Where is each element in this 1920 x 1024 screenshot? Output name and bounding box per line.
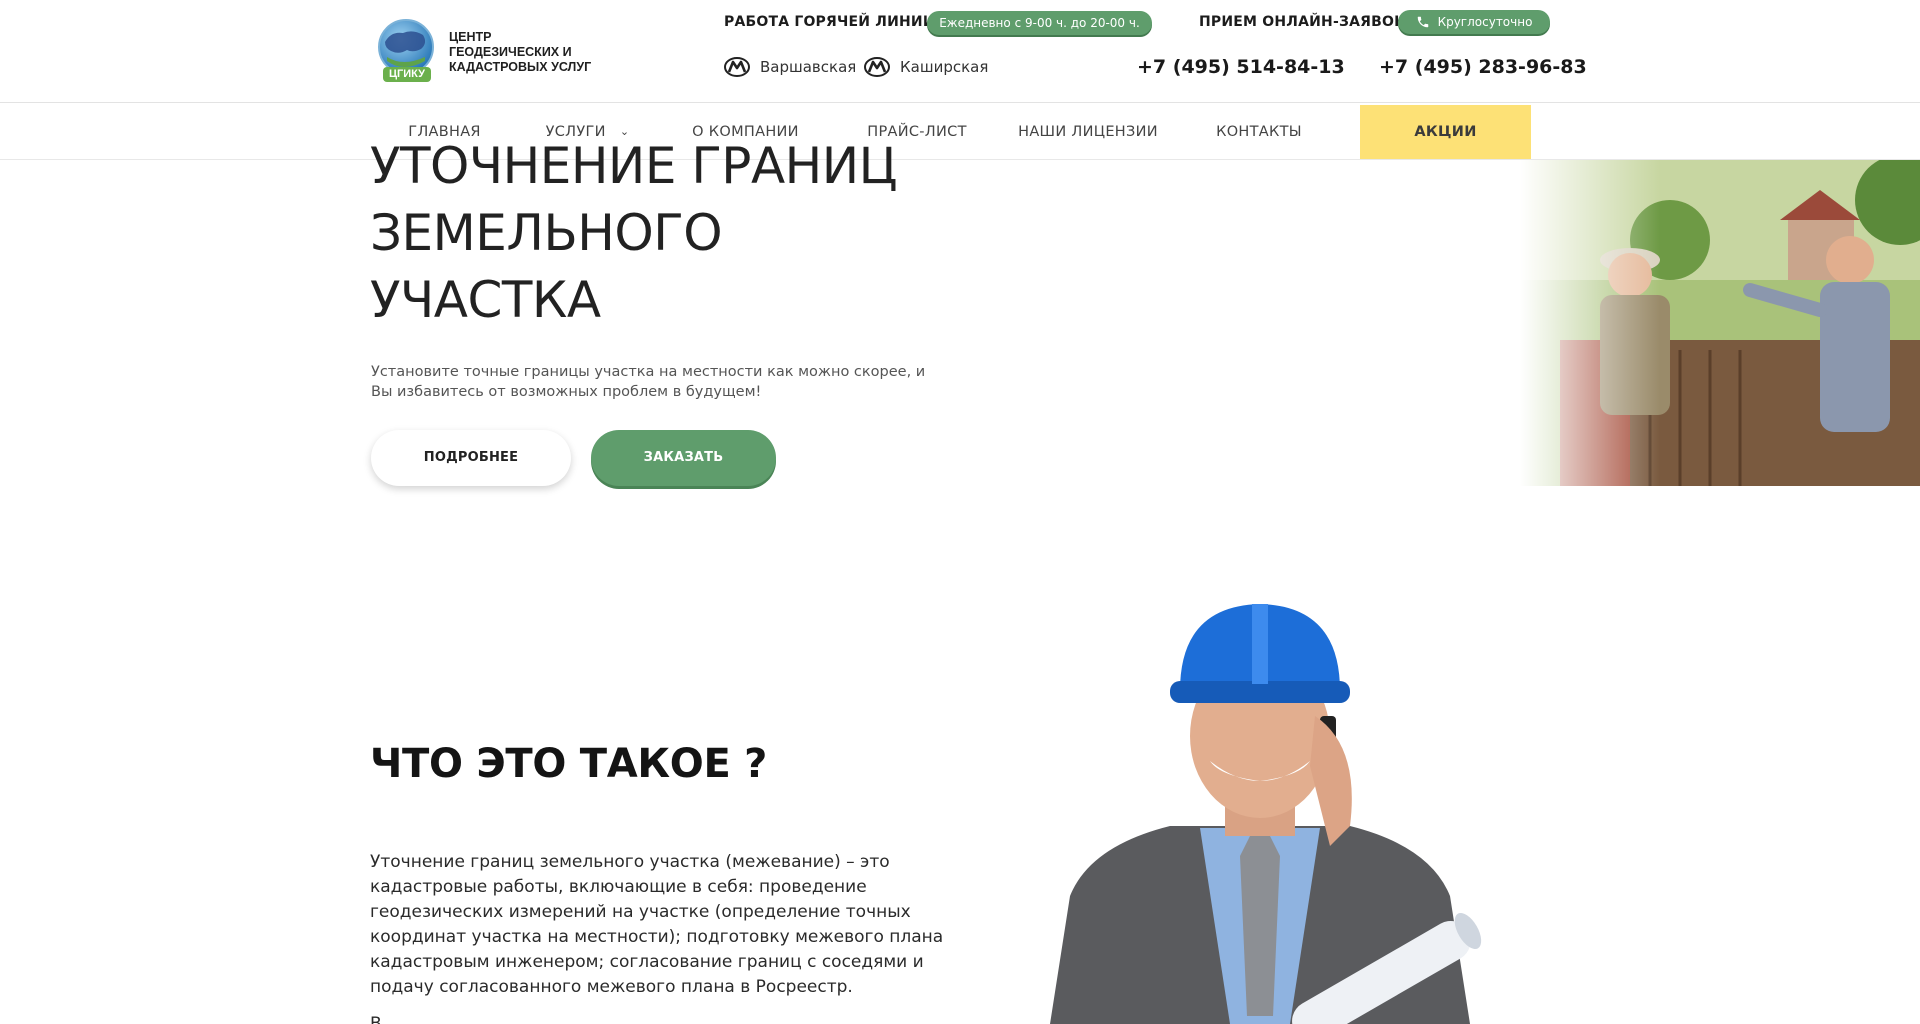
logo[interactable]: ЦГИКУ ЦЕНТР ГЕОДЕЗИЧЕСКИХ И КАДАСТРОВЫХ … xyxy=(373,16,603,88)
section-text: Уточнение границ земельного участка (меж… xyxy=(370,852,944,997)
section-title: ЧТО ЭТО ТАКОЕ ? xyxy=(370,741,768,787)
hero-subtitle: Установите точные границы участка на мес… xyxy=(371,364,926,400)
metro-station-name: Каширская xyxy=(900,58,989,76)
logo-title: ЦЕНТР ГЕОДЕЗИЧЕСКИХ И КАДАСТРОВЫХ УСЛУГ xyxy=(449,29,592,74)
online-requests-value: Круглосуточно xyxy=(1437,15,1533,29)
phone-icon xyxy=(1417,16,1428,28)
order-button[interactable]: ЗАКАЗАТЬ xyxy=(591,430,776,486)
metro-station-name: Варшавская xyxy=(760,58,857,76)
online-requests-button[interactable]: Круглосуточно xyxy=(1398,10,1550,34)
hotline-label: РАБОТА ГОРЯЧЕЙ ЛИНИИ: xyxy=(724,14,941,30)
top-bar: ЦГИКУ ЦЕНТР ГЕОДЕЗИЧЕСКИХ И КАДАСТРОВЫХ … xyxy=(0,0,1920,103)
metro-station-1[interactable]: Варшавская xyxy=(724,57,856,77)
metro-station-2[interactable]: Каширская xyxy=(864,57,988,77)
nav-item-promotions[interactable]: АКЦИИ xyxy=(1360,105,1531,159)
online-requests-label: ПРИЕМ ОНЛАЙН-ЗАЯВОК: xyxy=(1199,14,1412,30)
more-button[interactable]: ПОДРОБНЕЕ xyxy=(371,430,571,486)
metro-icon xyxy=(724,57,750,77)
phone-link-1[interactable]: +7 (495) 514-84-13 xyxy=(1137,56,1345,78)
nav-item-contacts[interactable]: КОНТАКТЫ xyxy=(1174,105,1344,159)
hero-title: УТОЧНЕНИЕ ГРАНИЦ ЗЕМЕЛЬНОГО УЧАСТКА xyxy=(370,137,898,329)
engineer-photo xyxy=(1030,596,1490,1024)
section-text-continued: В xyxy=(370,1014,382,1024)
hero-photo-neighbors xyxy=(1520,160,1920,486)
nav-item-licenses[interactable]: НАШИ ЛИЦЕНЗИИ xyxy=(1002,105,1174,159)
hotline-hours-badge: Ежедневно с 9-00 ч. до 20-00 ч. xyxy=(927,11,1152,35)
metro-icon xyxy=(864,57,890,77)
logo-badge: ЦГИКУ xyxy=(388,68,425,80)
logo-emblem-icon: ЦГИКУ xyxy=(373,17,443,87)
phone-link-2[interactable]: +7 (495) 283-96-83 xyxy=(1379,56,1587,78)
